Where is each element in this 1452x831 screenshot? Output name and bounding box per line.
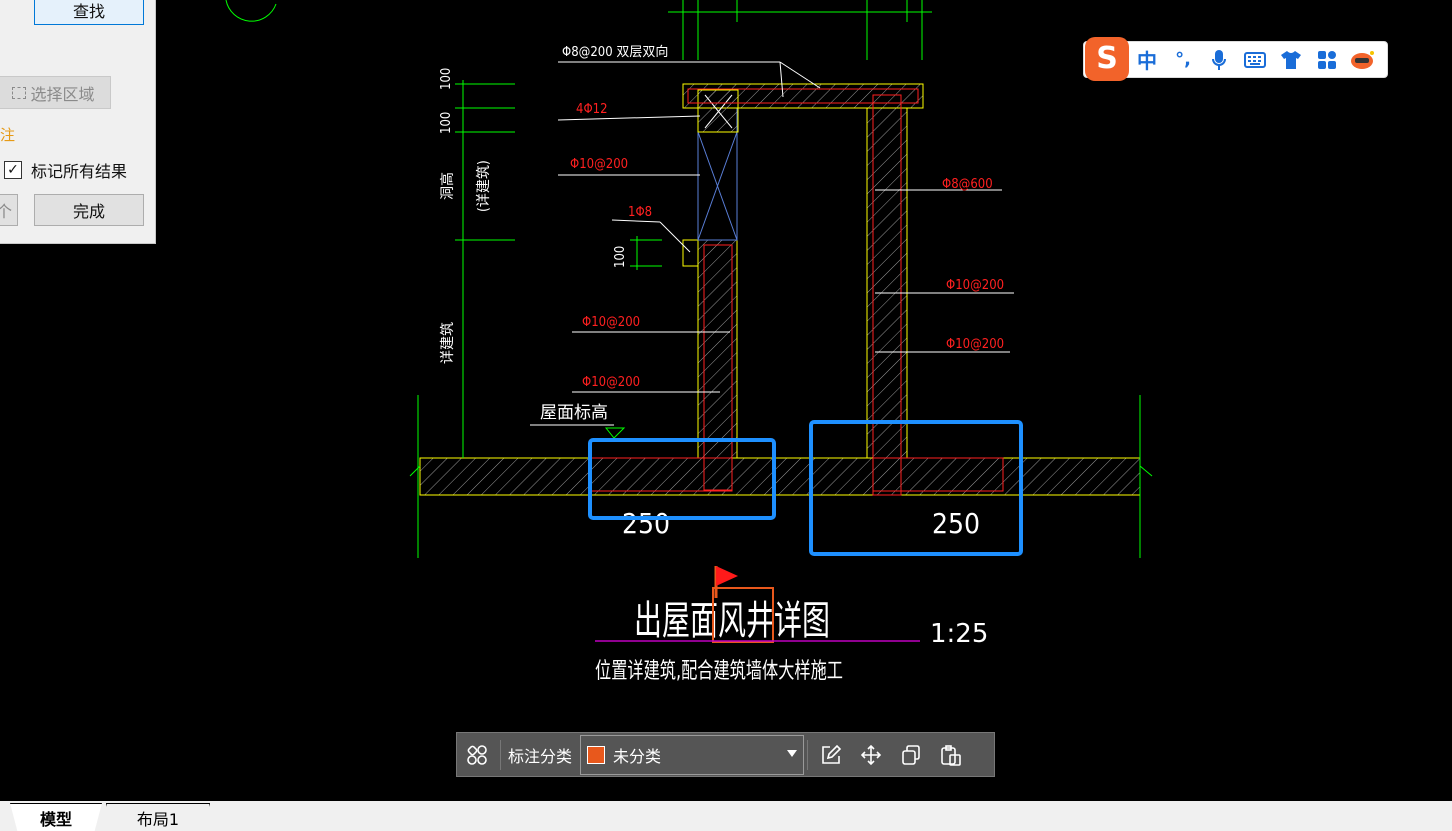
edit-icon[interactable] <box>811 735 851 775</box>
drawing-title: 出屋面风井详图 <box>634 598 830 644</box>
rebar-left-upper-label: Φ10@200 <box>570 157 628 172</box>
dim-left-250: 250 <box>622 507 670 540</box>
rebar-corner-label: 4Φ12 <box>576 102 608 117</box>
left-elevation-dimension <box>455 80 662 458</box>
toolbar-separator <box>807 739 809 770</box>
category-select[interactable]: 未分类 <box>580 734 805 775</box>
shirt-icon[interactable] <box>1273 45 1309 75</box>
find-button[interactable]: 查找 <box>34 0 144 25</box>
drawing-scale: 1:25 <box>930 619 988 649</box>
result-flag-icon[interactable] <box>714 566 738 598</box>
dim-100-small: 100 <box>613 246 628 268</box>
sogou-logo-icon[interactable]: S <box>1085 36 1129 81</box>
select-region-icon <box>12 86 27 99</box>
category-label: 标注分类 <box>508 746 573 766</box>
roof-level-marker <box>604 427 626 439</box>
ime-toolbar[interactable]: S 中 °, <box>1083 36 1388 81</box>
chevron-down-icon <box>787 749 798 757</box>
vert-label-hole-height: 洞高 <box>439 172 456 200</box>
left-wall <box>682 107 738 491</box>
rebar-top-label: Φ8@200 双层双向 <box>562 44 668 60</box>
category-grid-icon[interactable] <box>457 735 497 775</box>
rebar-left-mid-label: Φ10@200 <box>582 315 640 330</box>
annotation-section-label: 注 <box>0 126 16 144</box>
move-icon[interactable] <box>851 735 891 775</box>
dim-right-250: 250 <box>932 507 980 540</box>
rebar-right-top-label: Φ8@600 <box>942 177 993 192</box>
category-value: 未分类 <box>613 746 662 766</box>
find-panel: 查找 选择区域 注 ✓ 标记所有结果 个 完成 <box>0 0 156 244</box>
done-button[interactable]: 完成 <box>34 194 144 226</box>
tab-layout1[interactable]: 布局1 <box>106 803 210 831</box>
toolbar-separator <box>500 739 501 770</box>
keyboard-icon[interactable] <box>1237 45 1273 75</box>
tab-model[interactable]: 模型 <box>10 803 102 831</box>
cad-drawing-canvas[interactable]: Φ8@200 双层双向 4Φ12 Φ10@200 1Φ8 Φ10@200 Φ10… <box>0 0 1452 801</box>
drawing-subtitle: 位置详建筑,配合建筑墙体大样施工 <box>595 659 843 684</box>
rebar-left-small-label: 1Φ8 <box>628 205 652 220</box>
roof-level-label: 屋面标高 <box>540 403 608 423</box>
top-dimension <box>668 0 932 60</box>
mark-all-results-row[interactable]: ✓ 标记所有结果 <box>4 158 127 182</box>
dim-100-b: 100 <box>439 112 454 134</box>
mic-icon[interactable] <box>1201 45 1237 75</box>
ime-punctuation-toggle[interactable]: °, <box>1165 45 1201 75</box>
vert-label-see-arch-2: 详建筑 <box>440 322 456 364</box>
vert-label-see-arch: (详建筑) <box>476 160 492 212</box>
category-color-swatch <box>587 745 606 764</box>
mascot-icon[interactable] <box>1345 45 1381 75</box>
mark-all-results-label: 标记所有结果 <box>31 162 128 181</box>
copy-icon[interactable] <box>891 735 931 775</box>
right-wall <box>589 94 1004 496</box>
mark-all-results-checkbox[interactable]: ✓ <box>4 161 22 179</box>
dim-100-a: 100 <box>439 68 454 90</box>
previous-button[interactable]: 个 <box>0 194 18 226</box>
select-region-label: 选择区域 <box>30 84 95 104</box>
annotation-toolbar: 标注分类 未分类 <box>456 732 995 777</box>
select-region-button[interactable]: 选择区域 <box>0 76 111 109</box>
grid-bubble <box>225 0 277 22</box>
paste-icon[interactable] <box>931 735 971 775</box>
rebar-right-mid-label: Φ10@200 <box>946 278 1004 293</box>
rebar-right-low-label: Φ10@200 <box>946 337 1004 352</box>
rebar-left-low-label: Φ10@200 <box>582 375 640 390</box>
ime-mode-toggle[interactable]: 中 <box>1129 45 1165 75</box>
roof-slab <box>409 395 1153 558</box>
layout-tab-bar: 模型 布局1 <box>0 801 1452 831</box>
apps-icon[interactable] <box>1309 45 1345 75</box>
